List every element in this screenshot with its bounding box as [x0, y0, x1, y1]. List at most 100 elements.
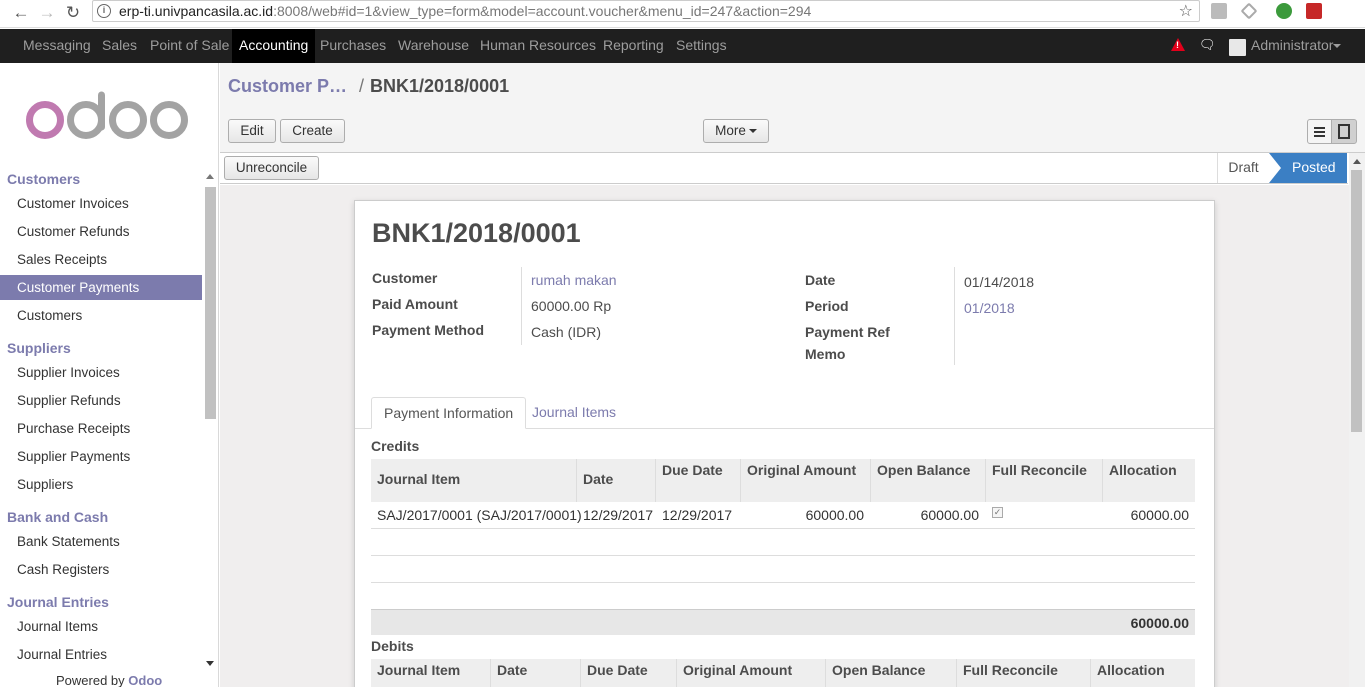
col-original-amount[interactable]: Original Amount: [677, 659, 826, 687]
form-view-icon: [1338, 124, 1350, 139]
col-full-reconcile[interactable]: Full Reconcile: [957, 659, 1091, 687]
sidebar-item-supplier-payments[interactable]: Supplier Payments: [0, 444, 202, 469]
sidebar-item-customers[interactable]: Customers: [0, 303, 202, 328]
breadcrumb-current: BNK1/2018/0001: [370, 76, 510, 96]
sidebar-item-supplier-invoices[interactable]: Supplier Invoices: [0, 360, 202, 385]
field-separator: [954, 267, 955, 365]
form-view-button[interactable]: [1331, 119, 1357, 144]
credit-original-amount: 60000.00: [805, 507, 864, 523]
col-date[interactable]: Date: [491, 659, 581, 687]
customer-label: Customer: [372, 270, 438, 286]
col-open-balance[interactable]: Open Balance: [871, 459, 986, 502]
credit-allocation: 60000.00: [1130, 507, 1189, 523]
menu-point-of-sale[interactable]: Point of Sale: [143, 29, 236, 63]
reload-icon[interactable]: ↻: [62, 2, 84, 24]
col-full-reconcile[interactable]: Full Reconcile: [986, 459, 1103, 502]
sidebar-item-journal-entries[interactable]: Journal Entries: [0, 642, 202, 667]
credits-table-header: Journal Item Date Due Date Original Amou…: [371, 459, 1195, 502]
section-bank-and-cash[interactable]: Bank and Cash: [7, 509, 108, 525]
list-view-button[interactable]: [1307, 119, 1332, 144]
paid-amount-label: Paid Amount: [372, 296, 458, 312]
sidebar-item-suppliers[interactable]: Suppliers: [0, 472, 202, 497]
sidebar-item-sales-receipts[interactable]: Sales Receipts: [0, 247, 202, 272]
credit-open-balance: 60000.00: [920, 507, 979, 523]
full-reconcile-checkbox[interactable]: ✓: [992, 507, 1003, 518]
voucher-title: BNK1/2018/0001: [372, 218, 581, 248]
section-suppliers[interactable]: Suppliers: [7, 340, 71, 356]
col-allocation[interactable]: Allocation: [1091, 659, 1195, 687]
edit-button[interactable]: Edit: [228, 119, 276, 143]
stage-draft[interactable]: Draft: [1217, 153, 1269, 183]
sidebar-item-journal-items[interactable]: Journal Items: [0, 614, 202, 639]
date-value: 01/14/2018: [964, 274, 1035, 290]
section-customers[interactable]: Customers: [7, 171, 80, 187]
row-divider: [371, 555, 1195, 556]
page-scroll-thumb[interactable]: [1351, 170, 1362, 432]
sidebar-item-cash-registers[interactable]: Cash Registers: [0, 557, 202, 582]
scroll-up-icon[interactable]: [206, 174, 214, 179]
menu-settings[interactable]: Settings: [669, 29, 734, 63]
paid-amount-value: 60000.00 Rp: [531, 298, 612, 314]
create-button[interactable]: Create: [280, 119, 345, 143]
col-open-balance[interactable]: Open Balance: [826, 659, 957, 687]
breadcrumb-parent[interactable]: Customer P…: [228, 76, 347, 97]
site-info-icon[interactable]: i: [97, 4, 111, 18]
sidebar-scroll-thumb[interactable]: [205, 187, 216, 419]
menu-accounting[interactable]: Accounting: [232, 29, 316, 63]
more-dropdown-button[interactable]: More: [703, 119, 769, 143]
section-journal-entries[interactable]: Journal Entries: [7, 594, 109, 610]
chat-icon[interactable]: 🗨: [1199, 37, 1216, 53]
menu-human-resources[interactable]: Human Resources: [473, 29, 603, 63]
col-original-amount[interactable]: Original Amount: [741, 459, 871, 502]
debits-table-header: Journal Item Date Due Date Original Amou…: [371, 659, 1195, 687]
tab-journal-items[interactable]: Journal Items: [520, 397, 628, 429]
col-due-date[interactable]: Due Date: [581, 659, 677, 687]
col-journal-item[interactable]: Journal Item: [371, 659, 491, 687]
forward-arrow-icon[interactable]: →: [36, 2, 58, 24]
credit-date: 12/29/2017: [583, 507, 654, 523]
memo-label: Memo: [805, 346, 846, 362]
extension-globe-icon[interactable]: [1276, 3, 1292, 19]
sidebar-item-customer-invoices[interactable]: Customer Invoices: [0, 191, 202, 216]
col-journal-item[interactable]: Journal Item: [371, 459, 577, 502]
extension-red-icon[interactable]: [1306, 3, 1322, 19]
col-date[interactable]: Date: [577, 459, 656, 502]
address-bar[interactable]: i erp-ti.univpancasila.ac.id:8008/web#id…: [92, 0, 1200, 22]
tab-payment-information[interactable]: Payment Information: [371, 397, 527, 429]
sidebar-item-purchase-receipts[interactable]: Purchase Receipts: [0, 416, 202, 441]
sidebar-item-customer-payments[interactable]: Customer Payments: [0, 275, 202, 300]
col-allocation[interactable]: Allocation: [1103, 459, 1195, 502]
menu-sales[interactable]: Sales: [95, 29, 144, 63]
sidebar-scrollbar[interactable]: [204, 173, 216, 673]
payment-method-label: Payment Method: [372, 322, 485, 338]
menu-reporting[interactable]: Reporting: [596, 29, 671, 63]
row-divider: [371, 582, 1195, 583]
sidebar-item-customer-refunds[interactable]: Customer Refunds: [0, 219, 202, 244]
credit-journal-item[interactable]: SAJ/2017/0001 (SAJ/2017/0001): [377, 507, 582, 523]
warning-icon[interactable]: !: [1171, 38, 1185, 51]
period-value[interactable]: 01/2018: [964, 300, 1015, 316]
scroll-down-icon[interactable]: [206, 661, 214, 666]
back-arrow-icon[interactable]: ←: [10, 2, 32, 24]
avatar[interactable]: [1229, 39, 1246, 56]
payment-ref-label: Payment Ref: [805, 324, 890, 340]
menu-purchases[interactable]: Purchases: [313, 29, 393, 63]
col-due-date[interactable]: Due Date: [656, 459, 741, 502]
credits-total: 60000.00: [1130, 615, 1189, 631]
scroll-up-icon[interactable]: [1353, 159, 1361, 164]
bookmark-star-icon[interactable]: ☆: [1179, 1, 1193, 21]
extension-diamond-icon[interactable]: [1240, 2, 1258, 20]
menu-messaging[interactable]: Messaging: [16, 29, 98, 63]
sidebar-item-bank-statements[interactable]: Bank Statements: [0, 529, 202, 554]
page-scrollbar[interactable]: [1349, 153, 1365, 687]
sidebar: Customers Customer Invoices Customer Ref…: [0, 63, 219, 687]
caret-down-icon[interactable]: [1333, 44, 1341, 48]
credits-total-row: 60000.00: [371, 609, 1195, 635]
extension-info-icon[interactable]: [1211, 3, 1227, 19]
odoo-link[interactable]: Odoo: [128, 673, 162, 687]
unreconcile-button[interactable]: Unreconcile: [224, 156, 319, 180]
menu-warehouse[interactable]: Warehouse: [391, 29, 476, 63]
user-menu[interactable]: Administrator: [1251, 29, 1333, 62]
customer-value[interactable]: rumah makan: [531, 272, 617, 288]
sidebar-item-supplier-refunds[interactable]: Supplier Refunds: [0, 388, 202, 413]
